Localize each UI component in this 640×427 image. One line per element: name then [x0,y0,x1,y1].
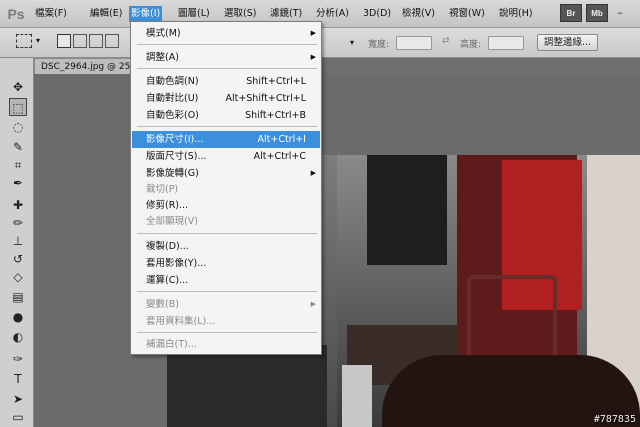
height-label: 高度: [460,40,482,50]
lasso-tool-icon[interactable]: ◌ [9,118,27,136]
dodge-tool-icon[interactable]: ◐ [9,328,27,346]
subtract-selection-icon[interactable] [89,34,103,48]
history-brush-icon[interactable]: ↺ [9,250,27,268]
menu-image[interactable]: 影像(I) [129,6,163,22]
submenu-arrow-icon: ▶ [310,53,316,61]
tools-panel: ✥ ⬚ ◌ ✎ ⌗ ✒ ✚ ✏ ⊥ ↺ ◇ ▤ ● ◐ ✑ T ➤ ▭ [0,58,34,427]
menu-analysis[interactable]: 分析(A) [314,6,351,22]
refine-edge-button[interactable]: 調整邊緣... [537,34,599,51]
menu-item-image-size[interactable]: 影像尺寸(I)... Alt+Ctrl+I [132,131,320,148]
intersect-selection-icon[interactable] [105,34,119,48]
menu-item-adjustments[interactable]: 調整(A) ▶ [132,49,320,66]
eraser-icon[interactable]: ◇ [9,268,27,286]
menu-item-crop: 裁切(P) [146,184,179,195]
brush-tool-icon[interactable]: ✏ [9,214,27,232]
menu-item-trap: 補漏白(T)... [146,339,197,350]
menu-item-canvas-size[interactable]: 版面尺寸(S)... Alt+Ctrl+C [132,148,320,165]
menu-separator [137,44,317,45]
menu-file[interactable]: 檔案(F) [33,6,69,22]
width-label: 寬度: [368,40,390,50]
menu-item-auto-color[interactable]: 自動色彩(O) Shift+Ctrl+B [132,107,320,124]
menu-view[interactable]: 檢視(V) [400,6,437,22]
gradient-tool-icon[interactable]: ▤ [9,288,27,306]
type-tool-icon[interactable]: T [9,370,27,388]
submenu-arrow-icon: ▶ [310,29,316,37]
width-field[interactable] [396,36,432,50]
menu-separator [137,233,317,234]
mini-bridge-icon[interactable]: Mb [586,4,608,22]
marquee-tool-icon[interactable] [16,34,32,48]
menu-select[interactable]: 選取(S) [222,6,258,22]
menu-item-reveal-all: 全部顯現(V) [146,216,198,227]
menu-item-image-rotation[interactable]: 影像旋轉(G) ▶ [132,165,320,182]
menu-item-auto-tone[interactable]: 自動色調(N) Shift+Ctrl+L [132,73,320,90]
tool-preset-arrow-icon[interactable]: ▾ [36,36,40,45]
menu-item-trim[interactable]: 修剪(R)... [132,197,320,214]
shape-tool-icon[interactable]: ▭ [9,408,27,426]
menu-help[interactable]: 說明(H) [497,6,535,22]
image-menu-dropdown: 模式(M) ▶ 調整(A) ▶ 自動色調(N) Shift+Ctrl+L 自動對比(U… [130,21,322,355]
clone-stamp-icon[interactable]: ⊥ [9,232,27,250]
photoshop-logo: Ps [7,6,25,22]
menu-item-calculations[interactable]: 運算(C)... [132,272,320,289]
menu-edit[interactable]: 編輯(E) [88,6,124,22]
menu-window[interactable]: 視窗(W) [447,6,487,22]
document-tab[interactable]: DSC_2964.jpg @ 25 [34,58,134,74]
menu-item-duplicate[interactable]: 複製(D)... [132,238,320,255]
new-selection-icon[interactable] [57,34,71,48]
path-selection-icon[interactable]: ➤ [9,390,27,408]
eyedropper-icon[interactable]: ✒ [9,174,27,192]
quick-selection-icon[interactable]: ✎ [9,138,27,156]
menu-item-auto-contrast[interactable]: 自動對比(U) Alt+Shift+Ctrl+L [132,90,320,107]
submenu-arrow-icon: ▶ [310,169,316,177]
crop-tool-icon[interactable]: ⌗ [9,156,27,174]
add-to-selection-icon[interactable] [73,34,87,48]
healing-brush-icon[interactable]: ✚ [9,196,27,214]
menu-3d[interactable]: 3D(D) [361,6,393,22]
blur-tool-icon[interactable]: ● [9,308,27,326]
menu-separator [137,126,317,127]
submenu-arrow-icon: ▶ [310,300,316,308]
move-tool-icon[interactable]: ✥ [9,78,27,96]
pen-tool-icon[interactable]: ✑ [9,350,27,368]
menu-layer[interactable]: 圖層(L) [176,6,212,22]
minimize-icon[interactable]: – [612,4,628,22]
menu-separator [137,291,317,292]
menu-item-apply-data-set: 套用資料集(L)... [146,316,216,327]
menu-filter[interactable]: 濾鏡(T) [268,6,304,22]
menu-separator [137,68,317,69]
swap-icon[interactable]: ⇄ [442,36,450,46]
menu-item-variables: 變數(B) ▶ [132,296,320,313]
watermark: #787835 [593,414,636,425]
menu-separator [137,332,317,333]
style-dropdown-arrow-icon[interactable]: ▾ [350,36,358,50]
marquee-tool-icon[interactable]: ⬚ [9,98,27,116]
bridge-icon[interactable]: Br [560,4,582,22]
height-field[interactable] [488,36,524,50]
menu-item-mode[interactable]: 模式(M) ▶ [132,25,320,42]
menu-item-apply-image[interactable]: 套用影像(Y)... [132,255,320,272]
